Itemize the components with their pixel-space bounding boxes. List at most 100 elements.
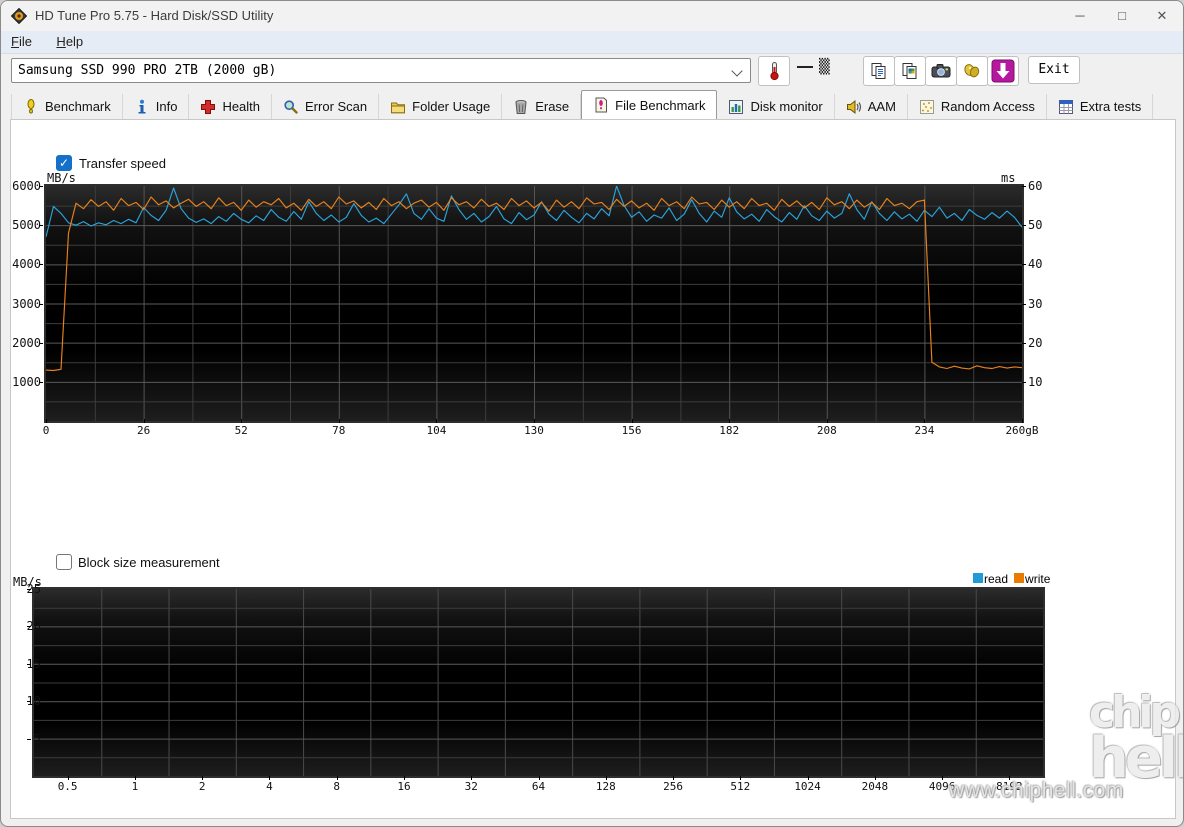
block-size-checkbox[interactable] [56, 554, 72, 570]
tab-disk-monitor[interactable]: Disk monitor [717, 94, 834, 119]
temperature-dash [797, 66, 813, 68]
axis-tick [1009, 776, 1010, 780]
window-title: HD Tune Pro 5.75 - Hard Disk/SSD Utility [35, 8, 273, 23]
x-tick-label: 2 [182, 780, 222, 793]
chevron-down-icon [731, 65, 742, 76]
axis-tick [729, 419, 730, 423]
axis-tick [827, 419, 828, 423]
save-results-button[interactable] [956, 56, 988, 86]
x-tick-label: 256 [653, 780, 693, 793]
health-cross-icon [200, 99, 216, 115]
axis-tick [632, 419, 633, 423]
y-tick-label: 2000 [3, 336, 41, 350]
menu-help[interactable]: Help [46, 31, 93, 49]
download-icon [991, 59, 1015, 83]
copy-image-icon [901, 62, 919, 80]
menu-file[interactable]: File [1, 31, 42, 49]
tab-erase[interactable]: Erase [502, 94, 581, 119]
tab-health[interactable]: Health [189, 94, 272, 119]
tab-info[interactable]: Info [123, 94, 190, 119]
app-window: HD Tune Pro 5.75 - Hard Disk/SSD Utility… [0, 0, 1184, 827]
benchmark-icon [23, 99, 39, 115]
tab-benchmark[interactable]: Benchmark [11, 94, 123, 119]
x-tick-label: 234 [904, 424, 944, 437]
axis-tick [1022, 225, 1026, 226]
x-tick-label: 0 [26, 424, 66, 437]
drive-selector-dropdown[interactable]: Samsung SSD 990 PRO 2TB (2000 gB) [11, 58, 751, 83]
axis-tick [942, 776, 943, 780]
tab-error-scan[interactable]: Error Scan [272, 94, 379, 119]
y-tick-label: 20 [1028, 336, 1058, 350]
y-tick-label: 5 [3, 732, 41, 746]
x-tick-label: 156 [612, 424, 652, 437]
y-tick-label: 50 [1028, 218, 1058, 232]
copy-text-button[interactable] [863, 56, 895, 86]
axis-tick [539, 776, 540, 780]
app-icon [11, 8, 27, 24]
y-tick-label: 10 [1028, 375, 1058, 389]
file-benchmark-icon [593, 97, 609, 113]
block-size-label: Block size measurement [78, 555, 220, 570]
y-tick-label: 25 [3, 582, 41, 596]
extra-tests-icon [1058, 99, 1074, 115]
x-tick-label: 4096 [922, 780, 962, 793]
exit-button[interactable]: Exit [1028, 56, 1080, 84]
axis-tick [39, 382, 43, 383]
y-tick-label: 3000 [3, 297, 41, 311]
y-tick-label: 15 [3, 657, 41, 671]
axis-tick [673, 776, 674, 780]
block-size-chart [32, 587, 1045, 778]
x-tick-label: 8 [317, 780, 357, 793]
tab-extra-tests[interactable]: Extra tests [1047, 94, 1153, 119]
tab-file-benchmark[interactable]: File Benchmark [581, 90, 717, 119]
y-tick-label: 4000 [3, 257, 41, 271]
axis-tick [144, 419, 145, 423]
random-access-icon [919, 99, 935, 115]
copy-image-button[interactable] [894, 56, 926, 86]
axis-tick [27, 589, 31, 590]
tab-folder-usage[interactable]: Folder Usage [379, 94, 502, 119]
transfer-speed-checkbox[interactable]: ✓ [56, 155, 72, 171]
axis-tick [27, 626, 31, 627]
x-tick-label: 26 [124, 424, 164, 437]
legend-read-label: read [984, 572, 1008, 586]
tab-aam[interactable]: AAM [835, 94, 908, 119]
legend-read-swatch [973, 573, 983, 583]
axis-tick [46, 419, 47, 423]
axis-tick [1022, 343, 1026, 344]
axis-tick [606, 776, 607, 780]
x-tick-label: 16 [384, 780, 424, 793]
disk-monitor-icon [728, 99, 744, 115]
top-chart-y-unit: MB/s [47, 171, 76, 185]
x-tick-label: 32 [451, 780, 491, 793]
x-tick-label: 8192 [989, 780, 1029, 793]
tabbar: Benchmark Info Health Error Scan [11, 91, 1153, 119]
axis-tick [135, 776, 136, 780]
copy-text-icon [870, 62, 888, 80]
speaker-icon [846, 99, 862, 115]
download-results-button[interactable] [987, 56, 1019, 86]
x-tick-label: 64 [519, 780, 559, 793]
axis-tick [808, 776, 809, 780]
minimize-button[interactable]: ─ [1057, 1, 1103, 31]
close-button[interactable]: ✕ [1139, 1, 1184, 31]
x-tick-label: 182 [709, 424, 749, 437]
screenshot-button[interactable] [925, 56, 957, 86]
info-icon [134, 99, 150, 115]
tab-random-access[interactable]: Random Access [908, 94, 1047, 119]
drive-selector-value: Samsung SSD 990 PRO 2TB (2000 gB) [18, 63, 276, 78]
camera-icon [931, 63, 951, 79]
axis-tick [1022, 419, 1023, 423]
axis-tick [202, 776, 203, 780]
axis-tick [39, 186, 43, 187]
axis-tick [1022, 304, 1026, 305]
y-tick-label: 20 [3, 619, 41, 633]
x-tick-label: 128 [586, 780, 626, 793]
x-tick-label: 130 [514, 424, 554, 437]
axis-tick [1022, 382, 1026, 383]
axis-tick [740, 776, 741, 780]
transfer-speed-chart [44, 184, 1024, 423]
temperature-button[interactable] [758, 56, 790, 86]
menubar: File Help [1, 31, 1183, 54]
axis-tick [1022, 264, 1026, 265]
